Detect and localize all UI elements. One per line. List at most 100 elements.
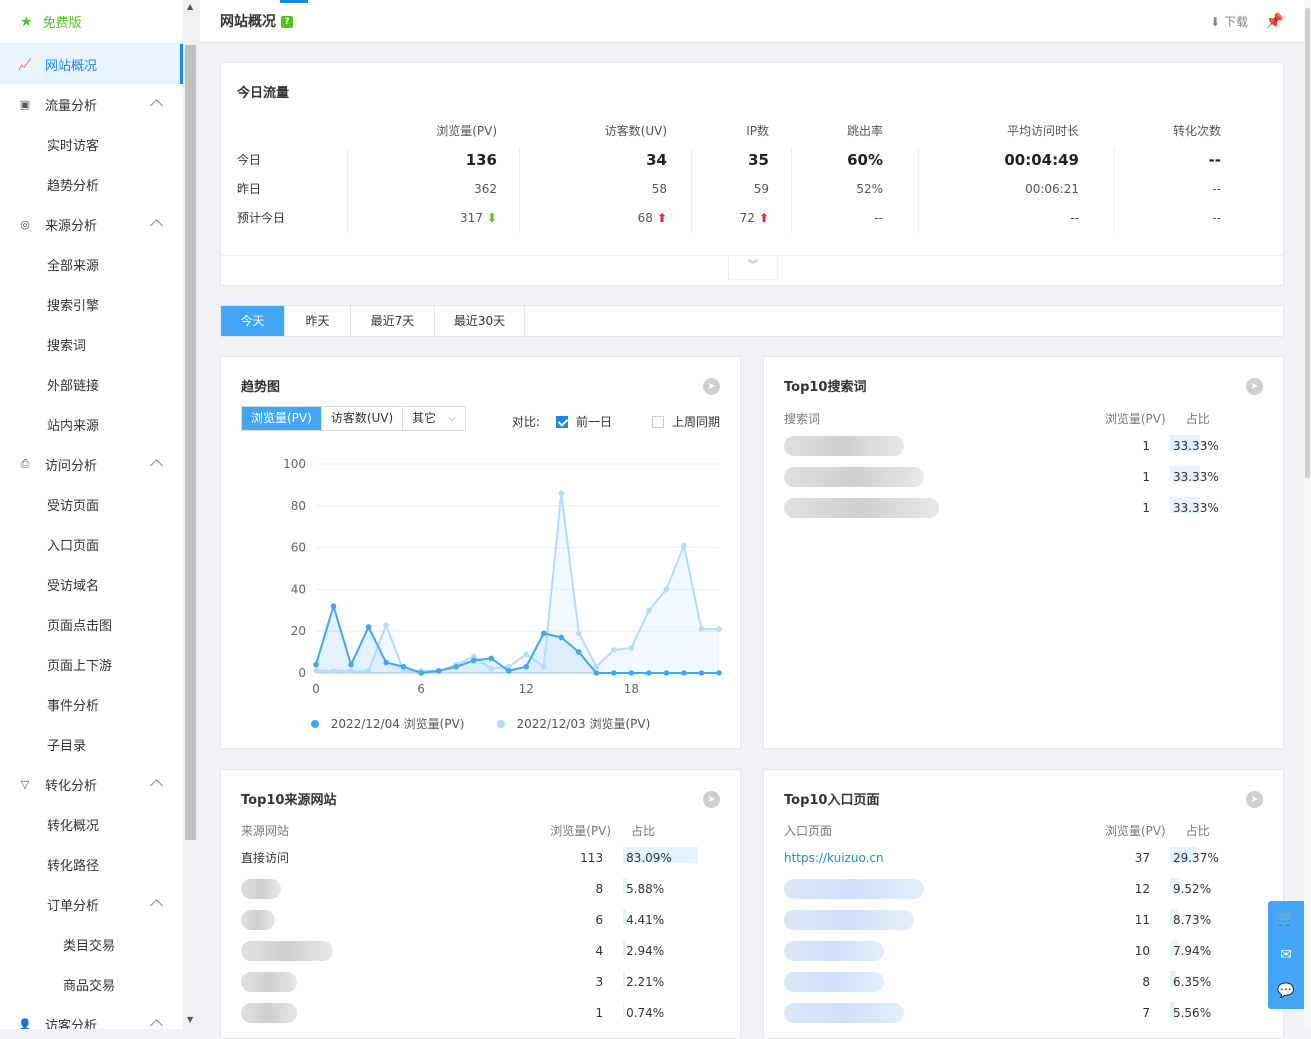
sidebar-item[interactable]: 外部链接 bbox=[0, 364, 183, 404]
chevron-up-icon[interactable] bbox=[150, 1019, 163, 1029]
data-point[interactable] bbox=[611, 647, 617, 653]
sidebar-item[interactable]: 商品交易 bbox=[0, 964, 183, 1004]
sidebar-item[interactable]: 事件分析 bbox=[0, 684, 183, 724]
sidebar-item[interactable]: 页面点击图 bbox=[0, 604, 183, 644]
data-point[interactable] bbox=[681, 670, 687, 676]
chat-icon[interactable]: 💬 bbox=[1268, 973, 1304, 1009]
data-point[interactable] bbox=[593, 670, 600, 676]
data-point[interactable] bbox=[716, 670, 722, 676]
data-point[interactable] bbox=[383, 659, 389, 666]
download-button[interactable]: ⬇ 下载 bbox=[1210, 13, 1248, 30]
table-row[interactable]: 1 33.33% bbox=[784, 492, 1264, 523]
chevron-up-icon[interactable] bbox=[150, 899, 163, 912]
metric-other-select[interactable]: 其它 ⌵ bbox=[403, 407, 465, 430]
sidebar-item[interactable]: 👤 访客分析 bbox=[0, 1004, 183, 1029]
data-point[interactable] bbox=[523, 651, 530, 657]
data-point[interactable] bbox=[523, 663, 530, 670]
page-scrollbar[interactable] bbox=[1304, 0, 1311, 1029]
data-point[interactable] bbox=[348, 661, 354, 668]
sidebar-scrollbar[interactable]: ▲ ▼ bbox=[183, 0, 198, 1029]
mail-icon[interactable]: ✉ bbox=[1268, 937, 1304, 973]
compare-last-week-checkbox[interactable] bbox=[651, 415, 664, 428]
chevron-up-icon[interactable] bbox=[150, 459, 163, 472]
more-arrow-icon[interactable]: ➤ bbox=[703, 791, 720, 808]
data-point[interactable] bbox=[576, 630, 582, 637]
sidebar-item[interactable]: 搜索引擎 bbox=[0, 284, 183, 324]
legend-item[interactable]: 2022/12/03 浏览量(PV) bbox=[496, 715, 650, 732]
data-point[interactable] bbox=[365, 668, 372, 674]
cart-icon[interactable]: 🛒 bbox=[1268, 901, 1304, 937]
sidebar-item[interactable]: 受访页面 bbox=[0, 484, 183, 524]
data-point[interactable] bbox=[628, 670, 635, 676]
pin-icon[interactable]: 📌 bbox=[1265, 12, 1284, 30]
table-row[interactable]: 10 7.94% bbox=[784, 935, 1264, 966]
data-point[interactable] bbox=[593, 663, 600, 670]
sidebar-item[interactable]: 页面上下游 bbox=[0, 644, 183, 684]
data-point[interactable] bbox=[558, 634, 565, 641]
data-point[interactable] bbox=[540, 663, 547, 670]
sidebar-item[interactable]: 类目交易 bbox=[0, 924, 183, 964]
page-scroll-thumb[interactable] bbox=[1305, 8, 1310, 478]
row-name[interactable]: https://kuizuo.cn bbox=[784, 851, 1066, 865]
sidebar-item[interactable]: ▣ 流量分析 bbox=[0, 84, 183, 124]
tab-date-range[interactable]: 最近30天 bbox=[435, 306, 525, 336]
data-point[interactable] bbox=[663, 586, 670, 593]
more-arrow-icon[interactable]: ➤ bbox=[703, 378, 720, 395]
data-point[interactable] bbox=[313, 661, 319, 668]
sidebar-item[interactable]: 全部来源 bbox=[0, 244, 183, 284]
data-point[interactable] bbox=[663, 670, 670, 676]
data-point[interactable] bbox=[505, 668, 512, 674]
data-point[interactable] bbox=[576, 649, 582, 655]
data-point[interactable] bbox=[611, 670, 617, 676]
sidebar-item[interactable]: 订单分析 bbox=[0, 884, 183, 924]
data-point[interactable] bbox=[488, 666, 495, 672]
data-point[interactable] bbox=[330, 668, 337, 674]
table-row[interactable]: 7 5.56% bbox=[784, 997, 1264, 1028]
data-point[interactable] bbox=[313, 668, 319, 674]
tab-date-range[interactable]: 今天 bbox=[221, 306, 285, 336]
data-point[interactable] bbox=[418, 670, 424, 676]
data-point[interactable] bbox=[365, 624, 372, 630]
table-row[interactable]: 6 4.41% bbox=[241, 904, 721, 935]
sidebar-item[interactable]: 转化概况 bbox=[0, 804, 183, 844]
sidebar-item[interactable]: 📈 网站概况 bbox=[0, 44, 183, 84]
data-point[interactable] bbox=[435, 668, 442, 674]
chevron-up-icon[interactable] bbox=[150, 219, 163, 232]
sidebar-item[interactable]: 子目录 bbox=[0, 724, 183, 764]
sidebar-item[interactable]: 实时访客 bbox=[0, 124, 183, 164]
table-row[interactable]: 8 6.35% bbox=[784, 966, 1264, 997]
data-point[interactable] bbox=[628, 645, 635, 651]
data-point[interactable] bbox=[646, 670, 652, 676]
table-row[interactable]: 1 0.74% bbox=[241, 997, 721, 1028]
tab-date-range[interactable]: 昨天 bbox=[285, 306, 351, 336]
data-point[interactable] bbox=[646, 607, 652, 614]
table-row[interactable]: 11 8.73% bbox=[784, 904, 1264, 935]
table-row[interactable]: 4 2.94% bbox=[241, 935, 721, 966]
data-point[interactable] bbox=[330, 603, 337, 609]
tab-date-range[interactable]: 最近7天 bbox=[351, 306, 435, 336]
sidebar-item[interactable]: 受访域名 bbox=[0, 564, 183, 604]
table-row[interactable]: 3 2.21% bbox=[241, 966, 721, 997]
expand-chevron-icon[interactable]: ︾ bbox=[728, 255, 778, 280]
more-arrow-icon[interactable]: ➤ bbox=[1246, 378, 1263, 395]
data-point[interactable] bbox=[681, 542, 687, 549]
more-arrow-icon[interactable]: ➤ bbox=[1246, 791, 1263, 808]
sidebar-item[interactable]: 趋势分析 bbox=[0, 164, 183, 204]
metric-pv-button[interactable]: 浏览量(PV) bbox=[242, 407, 322, 430]
table-row[interactable]: 1 33.33% bbox=[784, 461, 1264, 492]
data-point[interactable] bbox=[470, 657, 477, 664]
metric-uv-button[interactable]: 访客数(UV) bbox=[322, 407, 404, 430]
table-row[interactable]: https://kuizuo.cn 37 29.37% bbox=[784, 842, 1264, 873]
table-row[interactable]: 直接访问 113 83.09% bbox=[241, 842, 721, 873]
data-point[interactable] bbox=[540, 630, 547, 637]
sidebar-item[interactable]: ◎ 来源分析 bbox=[0, 204, 183, 244]
chevron-up-icon[interactable] bbox=[150, 779, 163, 792]
chevron-up-icon[interactable] bbox=[150, 99, 163, 112]
data-point[interactable] bbox=[383, 622, 389, 628]
data-point[interactable] bbox=[558, 490, 565, 497]
data-point[interactable] bbox=[716, 626, 722, 632]
sidebar-scroll-thumb[interactable] bbox=[185, 45, 196, 840]
free-version-badge[interactable]: ★ 免费版 bbox=[0, 0, 183, 44]
scroll-down-icon[interactable]: ▼ bbox=[187, 1015, 193, 1024]
data-point[interactable] bbox=[400, 663, 407, 670]
